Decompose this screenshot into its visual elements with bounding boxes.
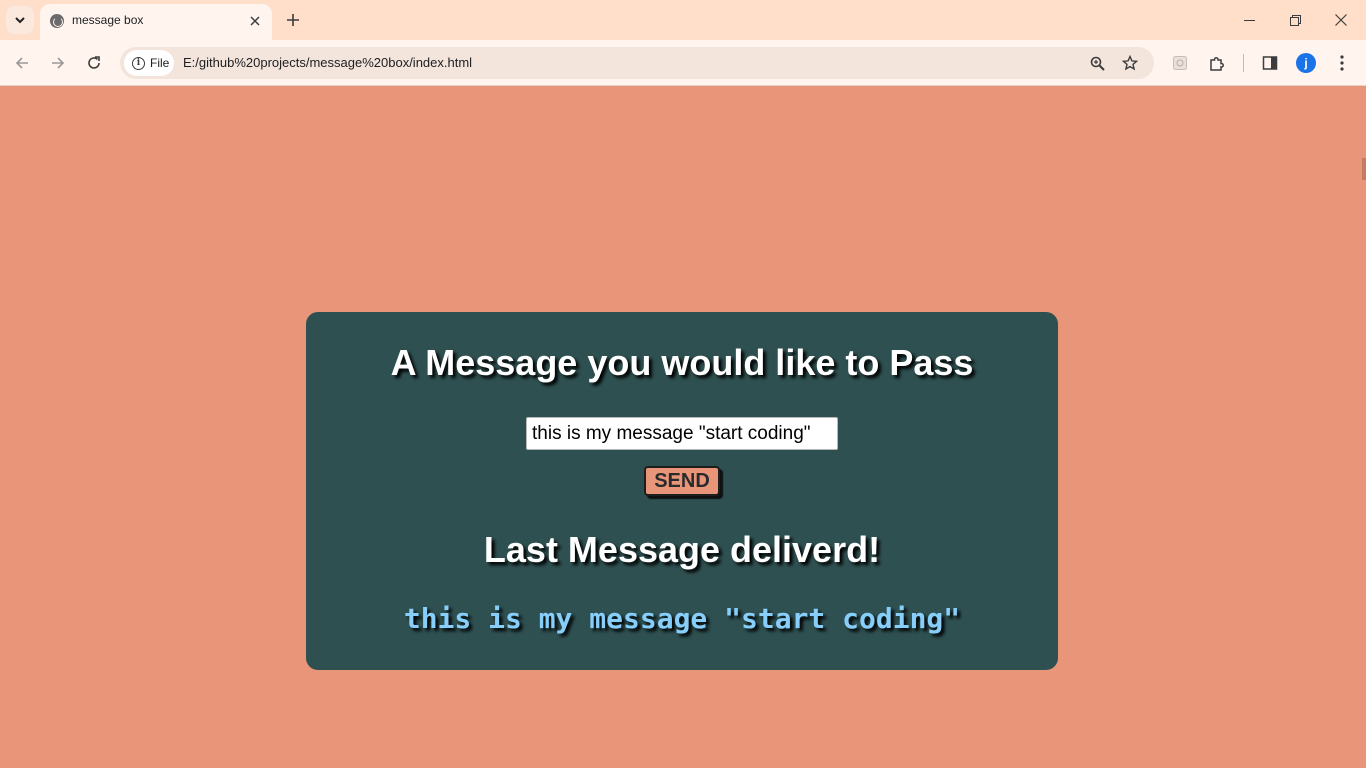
new-tab-button[interactable]	[282, 9, 304, 31]
browser-menu-button[interactable]	[1330, 51, 1354, 75]
plus-icon	[287, 14, 299, 26]
close-icon	[250, 16, 260, 26]
message-card: A Message you would like to Pass SEND La…	[306, 312, 1058, 670]
page-title: A Message you would like to Pass	[390, 342, 974, 383]
reload-icon	[88, 56, 100, 69]
reload-button[interactable]	[81, 50, 107, 76]
zoom-button[interactable]	[1086, 52, 1108, 74]
send-button[interactable]: SEND	[644, 466, 720, 496]
extension-action-icon	[1173, 56, 1187, 70]
extension-action-button[interactable]	[1168, 51, 1192, 75]
scrollbar[interactable]	[1362, 158, 1366, 180]
chevron-down-icon	[15, 17, 25, 24]
info-icon: i	[132, 56, 145, 70]
minimize-button[interactable]	[1227, 6, 1271, 34]
tab-active[interactable]: message box	[40, 4, 272, 40]
page-viewport: A Message you would like to Pass SEND La…	[0, 87, 1366, 768]
last-message-text: this is my message "start coding"	[403, 602, 961, 635]
message-input[interactable]	[526, 417, 838, 450]
address-bar[interactable]: i File E:/github%20projects/message%20bo…	[120, 47, 1154, 79]
zoom-icon	[1090, 56, 1105, 71]
side-panel-button[interactable]	[1258, 51, 1282, 75]
kebab-menu-icon	[1340, 55, 1344, 71]
globe-icon	[50, 14, 64, 28]
browser-toolbar: i File E:/github%20projects/message%20bo…	[0, 40, 1366, 86]
arrow-left-icon	[15, 57, 28, 69]
tab-strip: message box	[0, 0, 1366, 40]
last-message-heading: Last Message deliverd!	[483, 529, 881, 570]
site-info-label: File	[150, 56, 170, 70]
arrow-right-icon	[52, 57, 65, 69]
side-panel-icon	[1262, 56, 1278, 70]
close-window-button[interactable]	[1319, 6, 1363, 34]
back-button[interactable]	[9, 50, 35, 76]
restore-icon	[1289, 14, 1301, 26]
close-icon	[1335, 14, 1347, 26]
url-text[interactable]: E:/github%20projects/message%20box/index…	[183, 55, 472, 70]
profile-avatar[interactable]: j	[1296, 53, 1316, 73]
tab-close-button[interactable]	[246, 12, 264, 30]
star-icon	[1122, 55, 1138, 71]
restore-button[interactable]	[1273, 6, 1317, 34]
puzzle-icon	[1209, 56, 1224, 71]
bookmark-button[interactable]	[1119, 52, 1141, 74]
tab-search-button[interactable]	[6, 6, 34, 34]
tab-title: message box	[72, 13, 144, 27]
toolbar-divider	[1243, 54, 1244, 72]
site-info-chip[interactable]: i File	[124, 50, 174, 76]
extensions-button[interactable]	[1205, 51, 1229, 75]
minimize-icon	[1243, 19, 1255, 21]
forward-button[interactable]	[45, 50, 71, 76]
